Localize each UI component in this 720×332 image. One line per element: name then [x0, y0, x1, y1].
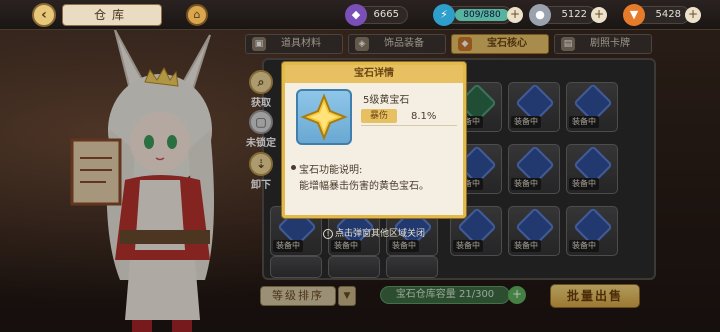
bullet-icon — [291, 165, 296, 170]
description-title: 宝石功能说明: — [299, 165, 363, 176]
gem-detail-popup: 宝石详情 5级黄宝石 暴伤 8.1% 宝石功能说明: 能增幅暴击伤害的黄色宝石。 — [282, 62, 466, 218]
home-icon[interactable]: ⌂ — [186, 4, 208, 26]
add-coin-button[interactable]: + — [591, 7, 607, 23]
coin-value: 5122 — [561, 9, 587, 20]
close-hint-text: 点击弹窗其他区域关闭 — [334, 229, 425, 239]
page-title: 仓库 — [62, 4, 162, 26]
stamina-icon: ⚡ — [433, 4, 455, 26]
add-carrot-button[interactable]: + — [685, 7, 701, 23]
crystal-icon: ◆ — [345, 4, 367, 26]
coin-icon: ● — [529, 4, 551, 26]
gem-preview — [296, 89, 352, 145]
divider — [361, 125, 457, 126]
coin-counter: ● 5122 + — [529, 4, 607, 26]
yellow-gem-icon — [300, 93, 348, 141]
popup-title: 宝石详情 — [285, 65, 463, 83]
carrot-icon: ▼ — [623, 4, 645, 26]
carrot-counter: ▼ 5428 + — [623, 4, 701, 26]
close-hint: ! 点击弹窗其他区域关闭 — [312, 227, 436, 241]
back-arrow-icon[interactable]: ‹ — [32, 3, 56, 27]
stat-label: 暴伤 — [361, 109, 397, 123]
add-stamina-button[interactable]: + — [507, 7, 523, 23]
gem-name: 5级黄宝石 — [363, 95, 410, 106]
carrot-value: 5428 — [655, 9, 681, 20]
stamina-counter: ⚡ 809/880 + — [433, 4, 523, 26]
crystal-counter: ◆ 6665 — [345, 4, 408, 26]
stat-value: 8.1% — [411, 111, 437, 122]
stamina-value: 809/880 — [455, 9, 509, 21]
description-text: 能增幅暴击伤害的黄色宝石。 — [299, 181, 429, 192]
top-bar: ‹ 仓库 ⌂ ◆ 6665 ⚡ 809/880 + ● 5122 + ▼ 542… — [0, 0, 720, 30]
info-icon: ! — [322, 229, 333, 239]
crystal-value: 6665 — [373, 9, 399, 20]
